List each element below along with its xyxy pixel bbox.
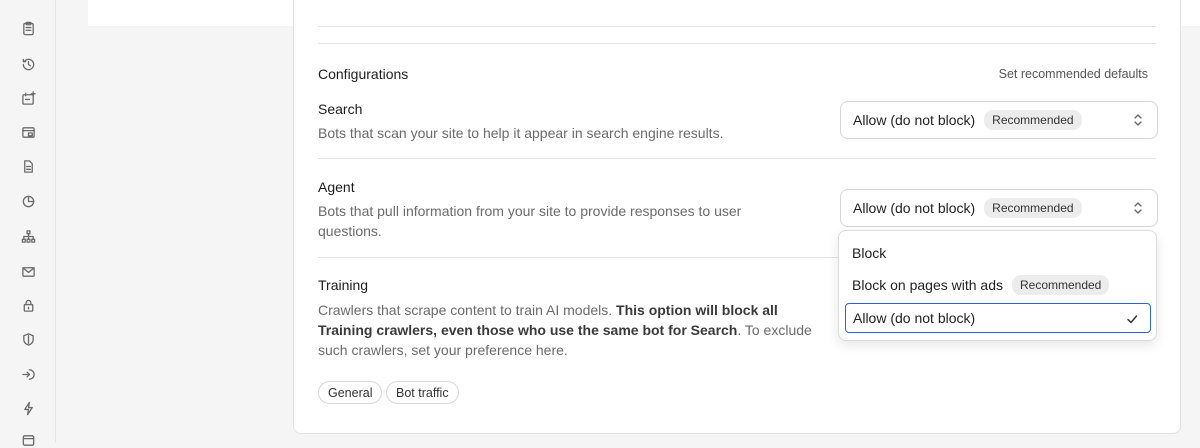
sidebar [0, 0, 56, 446]
training-desc-part1: Crawlers that scrape content to train AI… [318, 302, 617, 318]
lightning-icon[interactable] [20, 400, 36, 416]
lock-icon[interactable] [20, 297, 36, 313]
search-select-value: Allow (do not block) [853, 112, 976, 128]
option-label: Allow (do not block) [853, 310, 976, 326]
option-label: Block on pages with ads [852, 277, 1003, 293]
document-icon[interactable] [20, 158, 36, 174]
agent-select[interactable]: Allow (do not block) Recommended [840, 189, 1158, 227]
training-desc-part2: . To exclude [737, 322, 812, 338]
training-title: Training [318, 277, 369, 293]
agent-title: Agent [318, 179, 355, 195]
recommended-badge: Recommended [1011, 275, 1110, 295]
box-icon[interactable] [20, 432, 36, 448]
browser-window-icon[interactable] [20, 124, 36, 140]
option-allow-do-not-block[interactable]: Allow (do not block) [845, 303, 1151, 333]
agent-description-line2: questions. [318, 223, 382, 239]
training-description: Crawlers that scrape content to train AI… [318, 300, 818, 360]
set-recommended-defaults-link[interactable]: Set recommended defaults [999, 67, 1148, 81]
calendar-add-icon[interactable] [20, 90, 36, 106]
chevron-up-down-icon [1131, 112, 1145, 128]
shield-icon[interactable] [20, 331, 36, 347]
search-select[interactable]: Allow (do not block) Recommended [840, 101, 1158, 139]
clipboard-icon[interactable] [20, 20, 36, 36]
option-block-on-pages-with-ads[interactable]: Block on pages with ads Recommended [845, 270, 1151, 300]
mail-icon[interactable] [20, 263, 36, 279]
option-label: Block [852, 245, 887, 261]
option-block[interactable]: Block [845, 238, 1151, 268]
chevron-up-down-icon [1131, 200, 1145, 216]
training-desc-bold1: This option will block all [616, 302, 778, 318]
agent-select-value: Allow (do not block) [853, 200, 976, 216]
divider [318, 158, 1156, 159]
configurations-title: Configurations [318, 66, 409, 82]
training-dropdown-menu: Block Block on pages with ads Recommende… [838, 230, 1157, 341]
checkmark-icon [1126, 312, 1138, 324]
history-icon[interactable] [20, 56, 36, 72]
agent-description-line1: Bots that pull information from your sit… [318, 203, 742, 219]
login-icon[interactable] [20, 366, 36, 382]
recommended-badge: Recommended [984, 198, 1082, 218]
training-desc-line3: such crawlers, set your preference here. [318, 342, 568, 358]
divider [318, 26, 1156, 27]
recommended-badge: Recommended [984, 110, 1082, 130]
sitemap-icon[interactable] [20, 228, 36, 244]
pie-chart-icon[interactable] [20, 193, 36, 209]
search-title: Search [318, 101, 363, 117]
search-description: Bots that scan your site to help it appe… [318, 125, 724, 141]
divider [318, 43, 1156, 44]
training-desc-bold2: Training crawlers, even those who use th… [318, 322, 738, 338]
tag-bot-traffic[interactable]: Bot traffic [386, 381, 459, 404]
tag-general[interactable]: General [318, 381, 383, 404]
bot-settings-card: Configurations Set recommended defaults … [293, 0, 1181, 434]
